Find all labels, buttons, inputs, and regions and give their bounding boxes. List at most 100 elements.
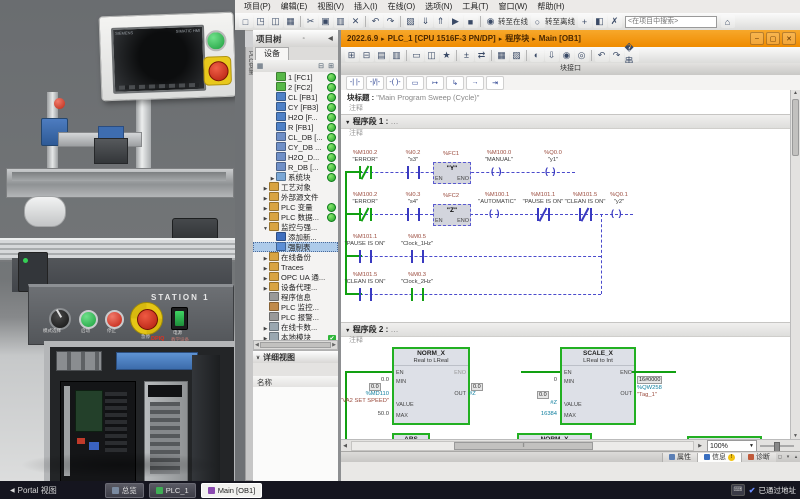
ladder-operand-label[interactable]: %M0.5"Clock_1Hz" xyxy=(401,234,433,247)
scale-value-tag[interactable]: #Z xyxy=(527,400,557,407)
tree-item--[interactable]: ▶系统块 xyxy=(253,172,338,182)
tree-item--[interactable]: 强制表 xyxy=(253,242,338,252)
tree-expand-icon[interactable]: ▶ xyxy=(262,264,269,272)
ladder-operand-label[interactable]: %M101.5"CLEAN IS ON" xyxy=(565,192,606,205)
norm-max-operand[interactable]: 50.0 xyxy=(349,411,389,418)
tree-expand-icon[interactable]: ▶ xyxy=(262,184,269,192)
chevron-down-icon[interactable]: ▼ xyxy=(345,120,350,126)
ladder-operand-label[interactable]: %M101.1"PAUSE IS ON" xyxy=(345,234,386,247)
delete-icon[interactable]: ✕ xyxy=(349,15,363,28)
close-editor-icon[interactable]: ✕ xyxy=(782,32,796,45)
network-1-comment[interactable]: 注释 xyxy=(349,128,363,138)
block-comment[interactable]: 注释 xyxy=(349,103,363,113)
tree-item-r-fb1-[interactable]: R [FB1] xyxy=(253,122,338,132)
tree-item--[interactable]: ▶外部源文件 xyxy=(253,192,338,202)
network-2-comment[interactable]: 注释 xyxy=(349,335,363,345)
chevron-down-icon[interactable]: ▼ xyxy=(345,328,350,334)
tree-expand-icon[interactable]: ▶ xyxy=(262,254,269,262)
tree-item-h2o-f-[interactable]: H2O [F... xyxy=(253,112,338,122)
cut-icon[interactable]: ✂ xyxy=(304,15,318,28)
download-block-icon[interactable]: ⇩ xyxy=(545,49,559,62)
go-online-icon-label[interactable]: 转至在线 xyxy=(498,16,528,27)
tab-properties[interactable]: 属性 xyxy=(662,453,697,462)
breadcrumb-plc[interactable]: PLC_1 [CPU 1516F-3 PN/DP] xyxy=(388,34,496,43)
cross-icon[interactable]: ✗ xyxy=(608,15,622,28)
ladder-no-contact[interactable] xyxy=(407,166,420,179)
menu-insert[interactable]: 插入(I) xyxy=(349,1,383,12)
search-input[interactable] xyxy=(625,16,717,28)
ladder-operand-label[interactable]: %I0.3"s4" xyxy=(406,192,421,205)
tree-item-cy-fb3-[interactable]: CY [FB3] xyxy=(253,102,338,112)
menu-help[interactable]: 帮助(H) xyxy=(532,1,569,12)
start-cpu-icon[interactable]: ▶ xyxy=(449,15,463,28)
float-panel-icon[interactable]: ◻ xyxy=(776,454,784,460)
tree-scroll-left-icon[interactable]: ◀ xyxy=(255,342,259,348)
tree-scroll-thumb[interactable] xyxy=(260,342,331,348)
pin-panel-icon[interactable]: ▫ xyxy=(299,36,308,42)
norm-value-address[interactable]: %MD110 xyxy=(341,391,389,398)
next-error-icon[interactable]: ↷ xyxy=(610,49,624,62)
editor-vscrollbar[interactable]: ▲▼ xyxy=(790,90,800,440)
insert-network-icon[interactable]: ⊞ xyxy=(345,49,359,62)
keyboard-icon[interactable]: ⌨ xyxy=(731,484,745,496)
ladder-call-box[interactable]: "Z"ENENO xyxy=(433,204,471,226)
tree-item--[interactable]: ▶在线备份 xyxy=(253,252,338,262)
insert-empty-box-icon[interactable]: ▭ xyxy=(410,49,424,62)
taskbar-main-ob1-button[interactable]: Main [OB1] xyxy=(201,483,263,498)
swap-operands-icon[interactable]: ⇄ xyxy=(475,49,489,62)
tree-hscrollbar[interactable]: ◀ ▶ xyxy=(253,340,338,350)
open-project-icon[interactable]: ◳ xyxy=(254,15,268,28)
tab-diagnostics[interactable]: 诊断 xyxy=(741,453,776,462)
favorite-contact-no[interactable]: -| |- xyxy=(346,76,364,90)
expand-all-icon[interactable]: ⊞ xyxy=(326,62,336,70)
menu-online[interactable]: 在线(O) xyxy=(383,1,421,12)
block-title-row[interactable]: 块标题 : "Main Program Sweep (Cycle)" xyxy=(347,92,479,103)
network-1-header[interactable]: ▼ 程序段 1 : … xyxy=(341,114,791,129)
compile-icon[interactable]: ▧ xyxy=(404,15,418,28)
print-icon[interactable]: ▦ xyxy=(284,15,298,28)
ladder-coil[interactable]: ( ) xyxy=(489,208,501,218)
favorite-coil[interactable]: -( )- xyxy=(386,76,404,90)
scale-out-address[interactable]: %QW258 xyxy=(637,385,671,392)
collapse-panel-icon[interactable]: ◀ xyxy=(326,35,335,42)
menu-window[interactable]: 窗口(W) xyxy=(493,1,532,12)
favorite-open-branch[interactable]: ↦ xyxy=(426,76,444,90)
go-to-icon[interactable]: �串 xyxy=(625,49,639,62)
toggle-network-comments-icon[interactable]: ◫ xyxy=(425,49,439,62)
breadcrumb-project[interactable]: 2022.6.9 xyxy=(347,34,378,43)
tree-item--[interactable]: ▶本地模块✔ xyxy=(253,332,338,340)
scale-min-operand[interactable]: 0 xyxy=(517,377,557,384)
scale-x-box[interactable]: SCALE_X LReal to Int EN ENO MIN VALUE MA… xyxy=(560,347,636,425)
vscroll-thumb[interactable] xyxy=(792,99,799,156)
breadcrumb-main-ob1[interactable]: Main [OB1] xyxy=(539,34,581,43)
network-1-ladder[interactable]: %M100.2"ERROR"%I0.2"s3"%FC1"Y"ENENO%M100… xyxy=(341,138,791,300)
ladder-no-contact[interactable] xyxy=(411,288,424,301)
toggle-favorites-icon[interactable]: ★ xyxy=(440,49,454,62)
tree-item-cy_db-[interactable]: CY_DB ... xyxy=(253,142,338,152)
hscroll-thumb[interactable]: ‖ xyxy=(454,442,592,450)
tree-expand-icon[interactable]: ▼ xyxy=(262,224,269,232)
tree-expand-icon[interactable]: ▶ xyxy=(262,284,269,292)
ladder-no-contact[interactable] xyxy=(359,250,372,263)
scale-max-operand[interactable]: 16384 xyxy=(517,411,557,418)
home-icon[interactable]: ⌂ xyxy=(721,15,735,28)
tree-item--[interactable]: ▼监控与强... xyxy=(253,222,338,232)
favorite-jump[interactable]: → xyxy=(466,76,484,90)
tree-expand-icon[interactable]: ▶ xyxy=(262,214,269,222)
delete-network-icon[interactable]: ⊟ xyxy=(360,49,374,62)
network-2-ladder[interactable]: NORM_X Real to LReal EN ENO MIN VALUE MA… xyxy=(341,346,791,440)
tree-expand-icon[interactable]: ▶ xyxy=(262,324,269,332)
taskbar-overview-button[interactable]: 总览 xyxy=(105,483,144,498)
insert-row-icon[interactable]: ▦ xyxy=(495,49,509,62)
paste-icon[interactable]: ▥ xyxy=(334,15,348,28)
tree-item-1-fc1-[interactable]: 1 [FC1] xyxy=(253,72,338,82)
breadcrumb-program-blocks[interactable]: 程序块 xyxy=(505,33,529,44)
collapse-panel-icon[interactable]: ▾ xyxy=(784,454,792,460)
ladder-operand-label[interactable]: %M100.2"ERROR" xyxy=(352,192,377,205)
menu-tools[interactable]: 工具(T) xyxy=(457,1,493,12)
tree-scroll-right-icon[interactable]: ▶ xyxy=(332,342,336,348)
delete-row-icon[interactable]: ▨ xyxy=(510,49,524,62)
redo-icon[interactable]: ↷ xyxy=(384,15,398,28)
ladder-no-contact[interactable] xyxy=(359,288,372,301)
go-online-icon[interactable]: ◉ xyxy=(484,15,498,28)
